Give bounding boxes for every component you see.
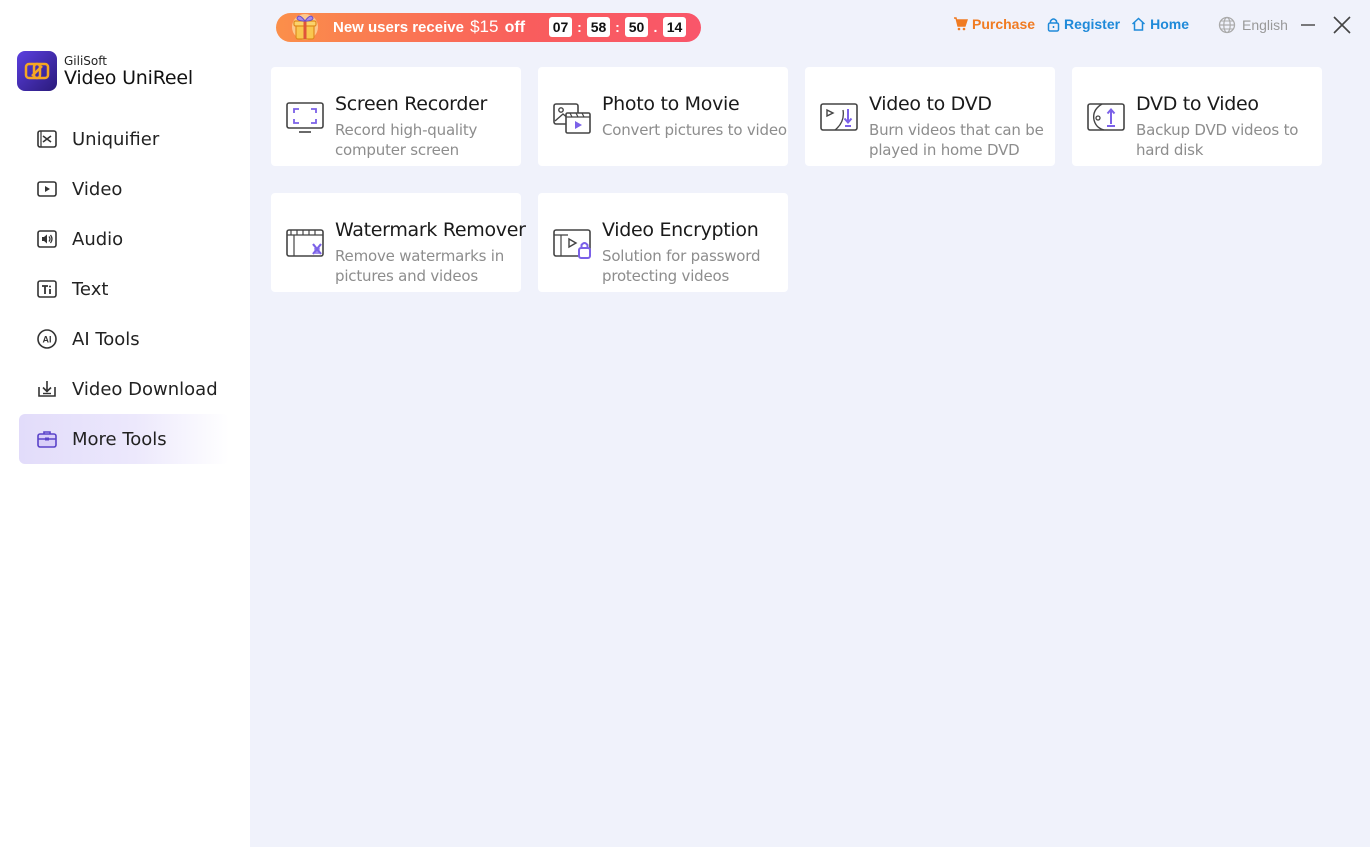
dvd-to-video-icon	[1086, 100, 1126, 136]
timer-minutes: 58	[587, 17, 610, 37]
tool-title: Photo to Movie	[602, 93, 740, 115]
language-label: English	[1242, 17, 1288, 33]
app-logo: GiliSoft Video UniReel	[17, 51, 193, 91]
sidebar-item-more-tools[interactable]: More Tools	[19, 414, 229, 464]
tool-description: Burn videos that can be played in home D…	[869, 121, 1044, 159]
app-brand: GiliSoft	[64, 53, 107, 68]
lock-icon	[1047, 17, 1060, 32]
app-logo-icon	[17, 51, 57, 91]
sidebar-item-video-download[interactable]: Video Download	[19, 364, 229, 414]
tool-card-screen-recorder[interactable]: Screen Recorder Record high-quality comp…	[271, 67, 521, 166]
tool-card-photo-to-movie[interactable]: Photo to Movie Convert pictures to video	[538, 67, 788, 166]
promo-amount: $15	[470, 17, 499, 36]
sidebar-item-label: AI Tools	[72, 328, 140, 350]
header-links: Purchase Register Home	[953, 16, 1189, 32]
gift-icon	[288, 9, 322, 45]
tool-card-dvd-to-video[interactable]: DVD to Video Backup DVD videos to hard d…	[1072, 67, 1322, 166]
tool-card-video-encryption[interactable]: Video Encryption Solution for password p…	[538, 193, 788, 292]
sidebar-item-label: Video	[72, 178, 123, 200]
home-link[interactable]: Home	[1131, 16, 1189, 32]
tool-title: Video Encryption	[602, 219, 759, 241]
tool-title: Video to DVD	[869, 93, 992, 115]
tool-title: Watermark Remover	[335, 219, 526, 241]
globe-icon	[1218, 16, 1236, 34]
sidebar-nav: Uniquifier Video Audio Text AI AI Tools	[19, 114, 229, 464]
audio-speaker-icon	[36, 228, 58, 250]
tool-card-video-to-dvd[interactable]: Video to DVD Burn videos that can be pla…	[805, 67, 1055, 166]
sidebar-item-uniquifier[interactable]: Uniquifier	[19, 114, 229, 164]
sidebar: GiliSoft Video UniReel Uniquifier Video …	[0, 0, 250, 847]
promo-label: New users receive	[333, 19, 464, 36]
video-play-icon	[36, 178, 58, 200]
watermark-remover-icon	[285, 226, 325, 262]
timer-separator: :	[615, 19, 620, 35]
language-selector[interactable]: English	[1218, 16, 1288, 34]
tool-card-watermark-remover[interactable]: Watermark Remover Remove watermarks in p…	[271, 193, 526, 292]
sidebar-item-label: Text	[72, 278, 109, 300]
timer-separator: .	[653, 19, 658, 35]
ai-icon: AI	[36, 328, 58, 350]
timer-centiseconds: 14	[663, 17, 686, 37]
sidebar-item-text[interactable]: Text	[19, 264, 229, 314]
tool-description: Solution for password protecting videos	[602, 247, 761, 285]
timer-hours: 07	[549, 17, 572, 37]
cart-icon	[954, 17, 968, 31]
toolbox-icon	[36, 428, 58, 450]
minimize-icon	[1301, 24, 1315, 26]
svg-text:AI: AI	[43, 335, 52, 345]
uniquifier-icon	[36, 128, 58, 150]
photo-to-movie-icon	[552, 100, 592, 136]
sidebar-item-video[interactable]: Video	[19, 164, 229, 214]
register-link[interactable]: Register	[1047, 16, 1120, 32]
tool-description: Backup DVD videos to hard disk	[1136, 121, 1299, 159]
home-icon	[1132, 17, 1146, 31]
home-label: Home	[1150, 16, 1189, 32]
download-icon	[36, 378, 58, 400]
tool-description: Record high-quality computer screen	[335, 121, 478, 159]
tool-description: Convert pictures to video	[602, 121, 787, 139]
close-button[interactable]	[1331, 14, 1353, 36]
video-encryption-icon	[552, 226, 592, 262]
sidebar-item-label: Audio	[72, 228, 124, 250]
promo-text: New users receive $15 off	[333, 17, 525, 37]
promo-banner[interactable]: New users receive $15 off 07 : 58 : 50 .…	[276, 13, 701, 42]
timer-seconds: 50	[625, 17, 648, 37]
tool-title: DVD to Video	[1136, 93, 1259, 115]
close-icon	[1333, 16, 1351, 34]
tool-description: Remove watermarks in pictures and videos	[335, 247, 505, 285]
video-to-dvd-icon	[819, 100, 859, 136]
countdown-timer: 07 : 58 : 50 . 14	[549, 17, 686, 37]
register-label: Register	[1064, 16, 1121, 32]
sidebar-item-ai-tools[interactable]: AI AI Tools	[19, 314, 229, 364]
sidebar-item-label: More Tools	[72, 428, 167, 450]
sidebar-item-audio[interactable]: Audio	[19, 214, 229, 264]
purchase-label: Purchase	[972, 16, 1036, 32]
tool-title: Screen Recorder	[335, 93, 488, 115]
sidebar-item-label: Video Download	[72, 378, 218, 400]
text-icon	[36, 278, 58, 300]
timer-separator: :	[577, 19, 582, 35]
screen-recorder-icon	[285, 100, 325, 136]
app-name: Video UniReel	[64, 66, 193, 89]
sidebar-item-label: Uniquifier	[72, 128, 160, 150]
promo-suffix: off	[504, 19, 526, 36]
purchase-link[interactable]: Purchase	[953, 16, 1035, 32]
minimize-button[interactable]	[1297, 14, 1319, 36]
